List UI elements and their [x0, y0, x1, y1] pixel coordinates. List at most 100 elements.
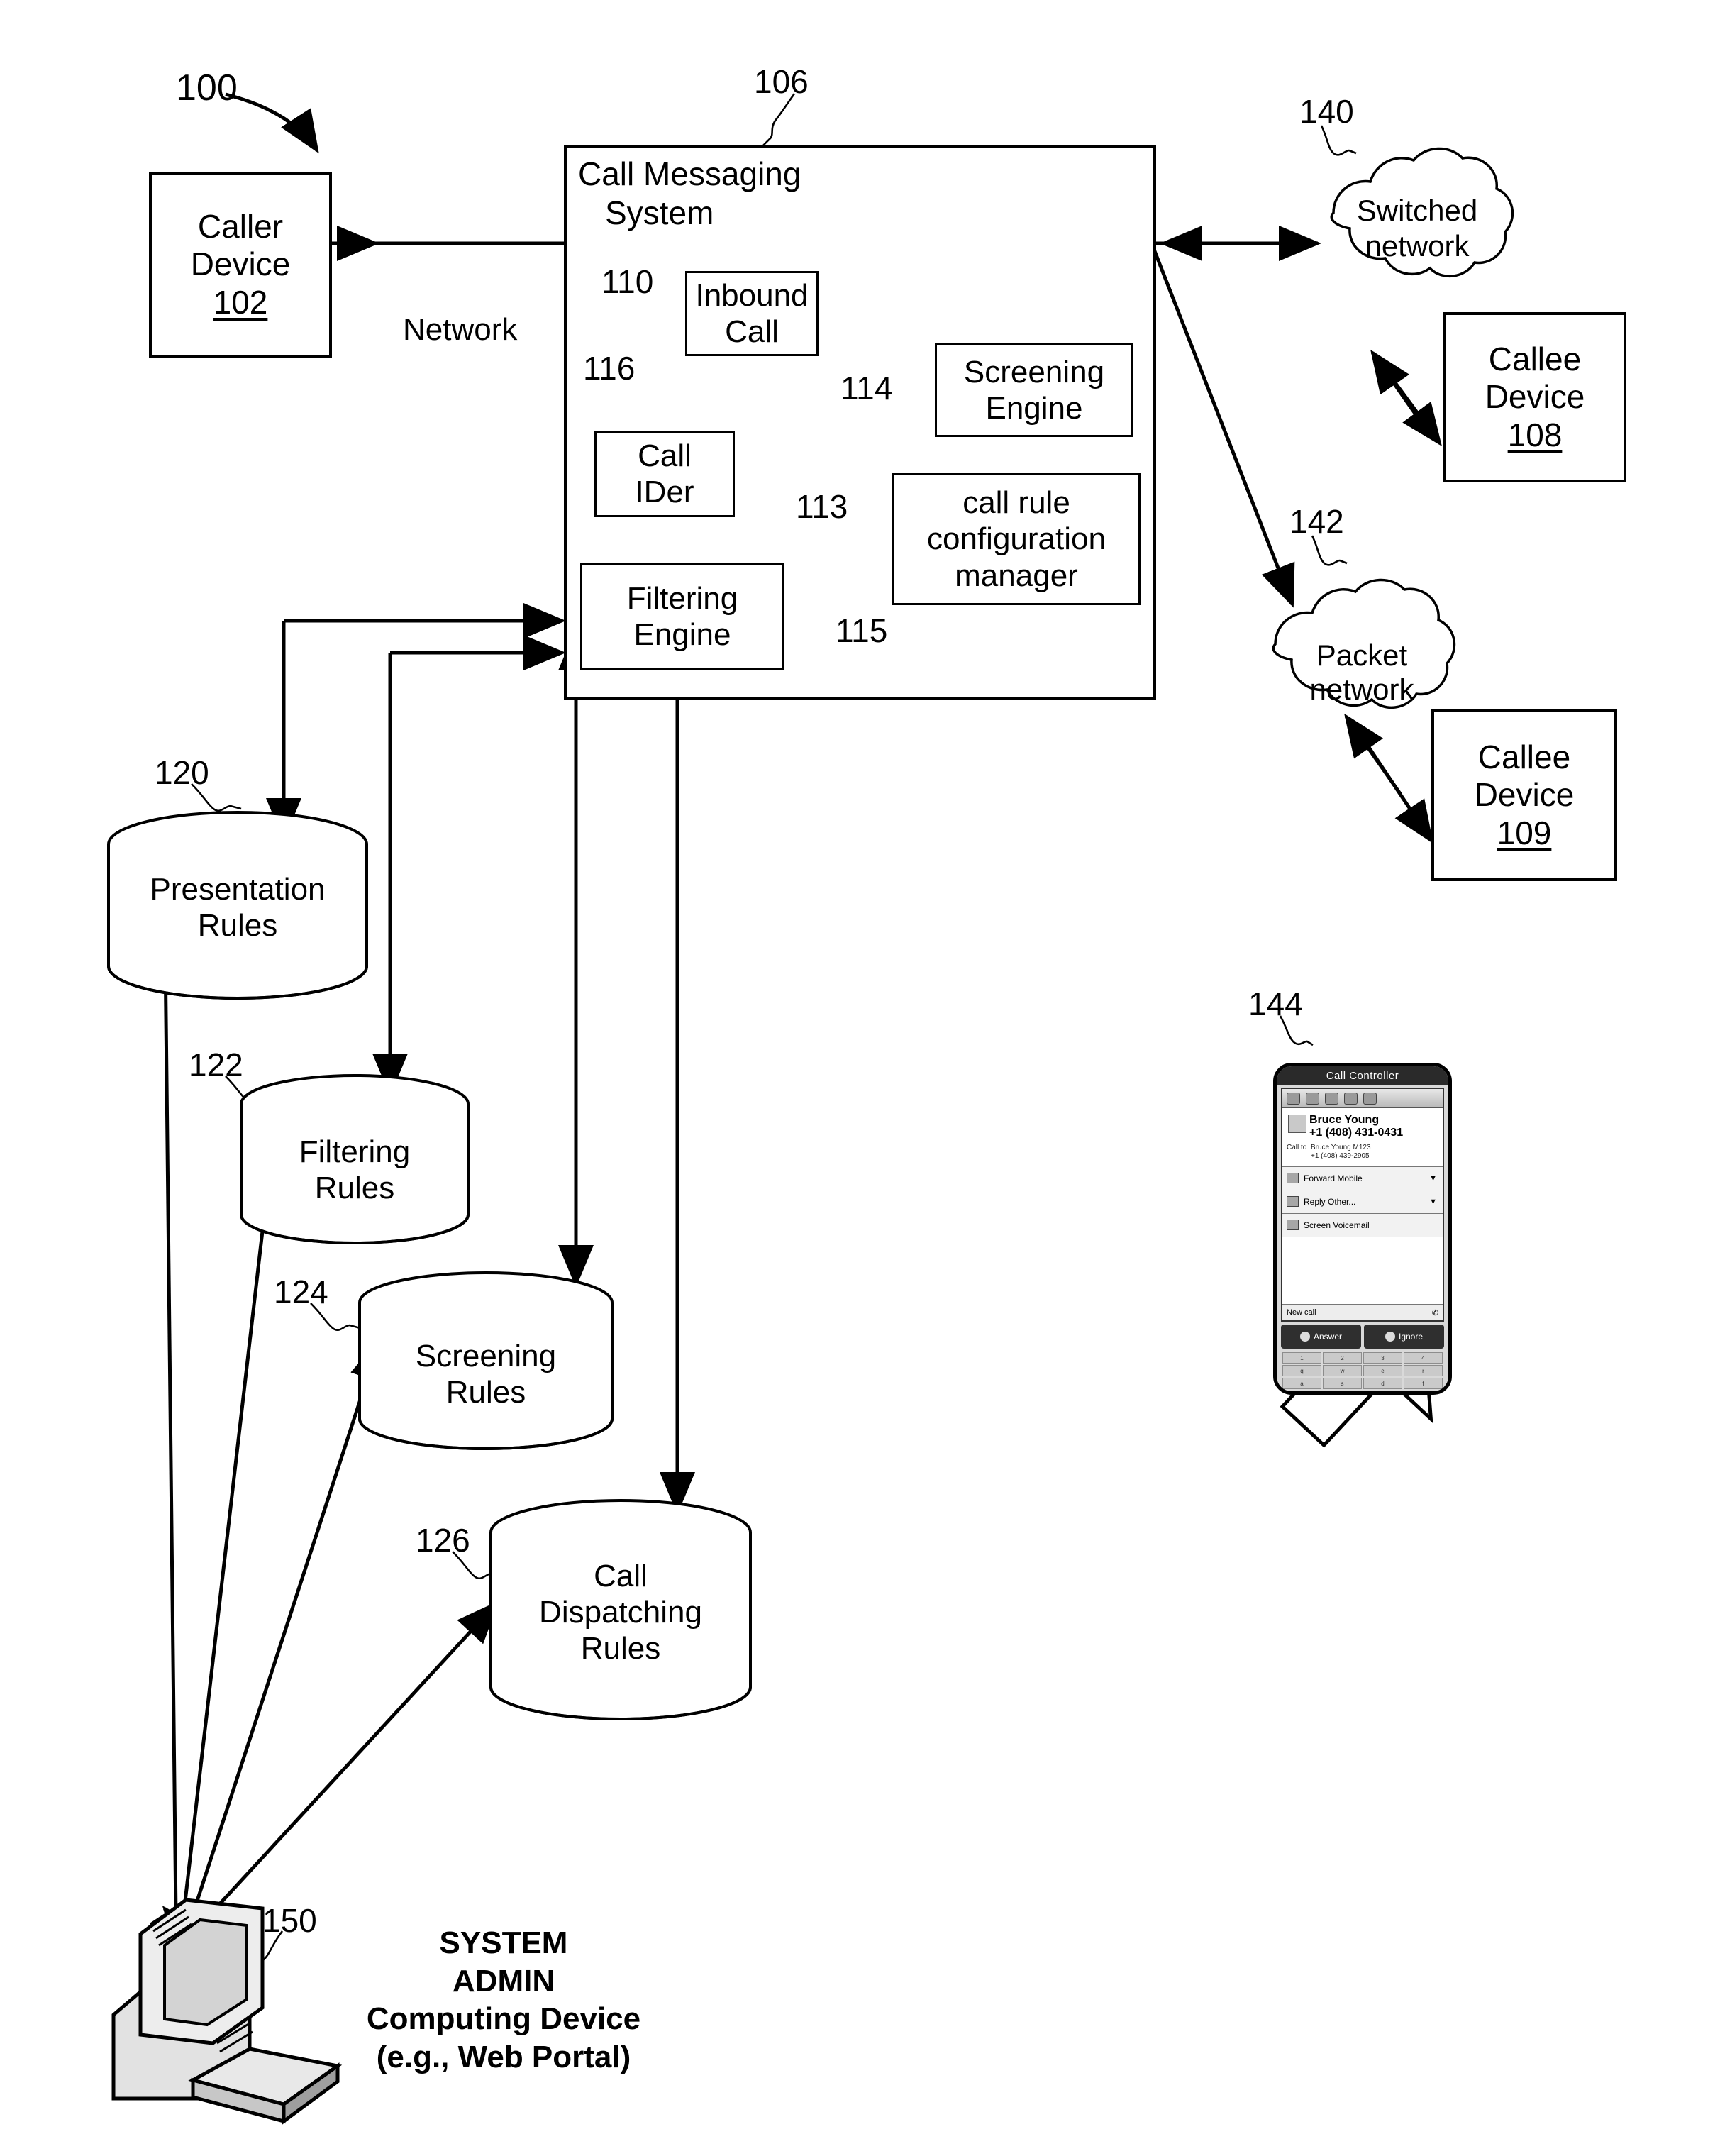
ref-142: 142	[1289, 503, 1344, 540]
crcm-line1: call rule	[962, 485, 1070, 521]
callee109-line2: Device	[1474, 776, 1575, 814]
phone-statusbar: New call ✆	[1282, 1304, 1443, 1320]
switched-network-line1: Switched	[1356, 194, 1478, 227]
network-label: Network	[403, 312, 518, 347]
ref-120: 120	[155, 754, 209, 791]
voicemail-icon	[1287, 1220, 1299, 1231]
arrow-callee108-to-switched	[1370, 349, 1421, 420]
ref-140: 140	[1299, 93, 1354, 130]
dispatching-rules-line2: Dispatching	[539, 1595, 702, 1630]
phone-option-forward-mobile[interactable]: Forward Mobile ▼	[1282, 1166, 1443, 1190]
call-ider-line1: Call	[638, 438, 692, 473]
answer-button[interactable]: Answer	[1281, 1325, 1361, 1349]
keypad-key[interactable]: d	[1363, 1378, 1402, 1389]
phone-option-1-label: Forward Mobile	[1304, 1173, 1363, 1183]
phone-option-2-label: Reply Other...	[1304, 1196, 1356, 1207]
arrow-admin-to-presentation	[147, 885, 183, 1916]
callee108-ref: 108	[1507, 416, 1563, 453]
phone-titlebar: Call Controller	[1277, 1066, 1448, 1085]
arrow-admin-to-screeningrules	[188, 1337, 384, 1923]
admin-line2: ADMIN	[452, 1963, 555, 1999]
keypad-key[interactable]: q	[1282, 1365, 1321, 1376]
leader-106	[760, 93, 796, 148]
caller-device-ref: 102	[213, 283, 268, 321]
phone-toolbar-icon-4[interactable]	[1344, 1092, 1358, 1105]
system-admin-label: SYSTEM ADMIN Computing Device (e.g., Web…	[355, 1924, 653, 2077]
phone-call-to-name: Bruce Young M123	[1311, 1143, 1371, 1151]
filtering-rules-line1: Filtering	[299, 1134, 411, 1169]
answer-button-label: Answer	[1313, 1332, 1342, 1342]
arrow-cms-to-packet	[1151, 247, 1295, 608]
phone-call-to-number: +1 (408) 439-2905	[1311, 1151, 1370, 1160]
phone-option-reply-other[interactable]: Reply Other... ▼	[1282, 1189, 1443, 1213]
phone-toolbar-icon-3[interactable]	[1325, 1092, 1338, 1105]
keypad-key[interactable]: s	[1323, 1378, 1362, 1389]
keypad-key[interactable]: 2	[1323, 1352, 1362, 1364]
keypad-key[interactable]: 1	[1282, 1352, 1321, 1364]
cms-title-line1: Call Messaging	[578, 155, 801, 192]
dispatching-rules-line3: Rules	[580, 1631, 661, 1666]
presentation-rules-line1: Presentation	[150, 872, 326, 907]
ignore-icon	[1385, 1332, 1395, 1342]
arrow-admin-to-filteringrules	[181, 1093, 292, 1920]
keypad-key[interactable]: a	[1282, 1378, 1321, 1389]
arrow-callee109-to-packet	[1344, 713, 1403, 796]
ignore-button-label: Ignore	[1398, 1332, 1424, 1342]
phone-option-3-label: Screen Voicemail	[1304, 1220, 1370, 1230]
keypad-key[interactable]: 3	[1363, 1352, 1402, 1364]
forward-icon	[1287, 1173, 1299, 1184]
answer-icon	[1299, 1332, 1310, 1342]
phone-keypad[interactable]: 1 2 3 4 q w e r a s d f z x c v	[1282, 1352, 1443, 1395]
chevron-down-icon-1[interactable]: ▼	[1429, 1174, 1437, 1183]
phone-icon-right[interactable]: ✆	[1432, 1308, 1438, 1317]
callee108-line2: Device	[1485, 378, 1585, 416]
arrow-switched-to-callee108	[1388, 375, 1442, 447]
caller-device-line1: Caller	[197, 207, 284, 245]
call-ider-line2: IDer	[635, 475, 694, 509]
figure-ref-leader-100	[225, 92, 319, 154]
ref-144: 144	[1248, 985, 1303, 1022]
patent-figure-canvas: 100 Caller Device 102 Network 106 Call M…	[0, 0, 1720, 2156]
ref-110: 110	[601, 263, 654, 300]
phone-option-screen-voicemail[interactable]: Screen Voicemail	[1282, 1212, 1443, 1237]
keypad-key[interactable]: f	[1404, 1378, 1443, 1389]
callee108-line1: Callee	[1488, 340, 1582, 377]
filtering-engine-line2: Engine	[633, 617, 731, 652]
call-messaging-system-title: Call Messaging System	[578, 155, 876, 233]
screening-engine-line2: Engine	[985, 391, 1083, 426]
call-ider-box: Call IDer	[594, 431, 735, 517]
screening-rules-label: Screening Rules	[360, 1338, 612, 1410]
crcm-line2: configuration	[927, 521, 1106, 557]
keypad-key[interactable]: z	[1282, 1391, 1321, 1395]
admin-line3: Computing Device	[366, 2001, 641, 2037]
caller-device-box: Caller Device 102	[149, 172, 332, 358]
screening-rules-line1: Screening	[415, 1339, 557, 1373]
chevron-down-icon-2[interactable]: ▼	[1429, 1198, 1437, 1206]
phone-status-left: New call	[1287, 1308, 1316, 1317]
keypad-key[interactable]: x	[1323, 1391, 1362, 1395]
filtering-engine-box: Filtering Engine	[580, 563, 784, 670]
phone-toolbar-icon-5[interactable]	[1363, 1092, 1377, 1105]
arrow-presentation-to-admin	[162, 1906, 203, 1950]
phone-caller-number: +1 (408) 431-0431	[1309, 1126, 1404, 1139]
phone-call-to-label: Call to	[1287, 1143, 1307, 1151]
packet-network-label: Packet network	[1309, 638, 1414, 706]
ignore-button[interactable]: Ignore	[1364, 1325, 1444, 1349]
keypad-key[interactable]: 4	[1404, 1352, 1443, 1364]
phone-screen: Bruce Young +1 (408) 431-0431 Call to Bru…	[1281, 1088, 1444, 1322]
inbound-call-line1: Inbound	[695, 277, 809, 313]
inbound-call-box: Inbound Call	[685, 271, 819, 356]
mobile-phone-illustration: Call Controller Bruce Young +1 (408) 431…	[1273, 1063, 1452, 1395]
keypad-key[interactable]: r	[1404, 1365, 1443, 1376]
phone-toolbar-icon-1[interactable]	[1287, 1092, 1300, 1105]
admin-line4: (e.g., Web Portal)	[376, 2040, 631, 2075]
phone-toolbar-icon-2[interactable]	[1306, 1092, 1319, 1105]
keypad-key[interactable]: c	[1363, 1391, 1402, 1395]
keypad-key[interactable]: e	[1363, 1365, 1402, 1376]
inbound-call-line2: Call	[725, 314, 779, 349]
keypad-key[interactable]: v	[1404, 1391, 1443, 1395]
callee109-line1: Callee	[1477, 738, 1571, 775]
keypad-key[interactable]: w	[1323, 1365, 1362, 1376]
ref-122: 122	[189, 1046, 243, 1083]
screening-engine-box: Screening Engine	[935, 343, 1133, 437]
